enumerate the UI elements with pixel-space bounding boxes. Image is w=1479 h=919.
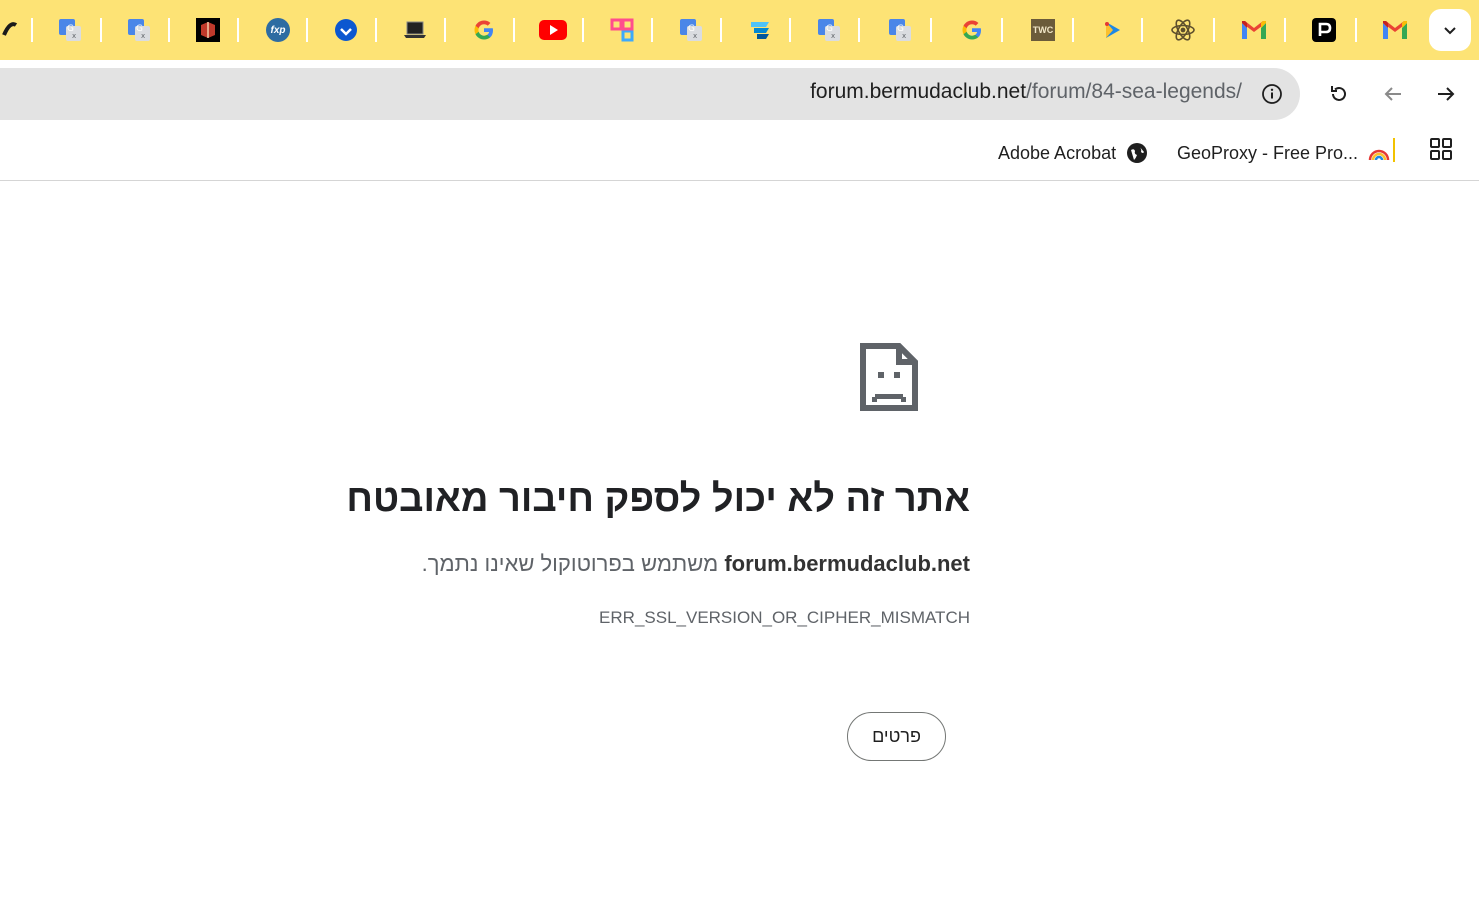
reload-button[interactable] [1319,74,1359,114]
back-arrow-icon [1384,87,1401,101]
google-translate-icon: Gx [889,19,911,41]
tab-google-2[interactable] [942,0,1002,60]
google-g-icon [962,20,981,40]
tab-google-translate-5[interactable]: Gx [870,0,930,60]
svg-text:x: x [72,32,76,40]
error-description-text: משתמש בפרוטוקול שאינו נתמך. [421,551,725,576]
tab-gmail-1[interactable] [1224,0,1284,60]
all-bookmarks-button[interactable] [1427,135,1455,163]
url-path: /forum/84-sea-legends/ [1026,80,1242,103]
twc-icon: TWC [1031,19,1055,41]
tab-google-1[interactable] [454,0,514,60]
tab-check[interactable] [316,0,376,60]
tab-google-translate-1[interactable]: Gx [40,0,100,60]
tab-laptop[interactable] [385,0,445,60]
gmail-icon [1383,21,1407,39]
partial-tab-icon [2,22,18,36]
tab-gmail-2[interactable] [1365,0,1425,60]
google-translate-icon: Gx [818,19,840,41]
rainbow-icon [1368,149,1390,161]
blue-stack-icon [751,22,769,39]
google-translate-icon: Gx [59,19,81,41]
tab-partial[interactable] [0,0,20,60]
url-text[interactable]: forum.bermudaclub.net/forum/84-sea-legen… [810,80,1242,104]
google-g-icon [474,20,493,40]
tab-p[interactable] [1294,0,1354,60]
site-info-button[interactable] [1254,76,1290,112]
tab-blue-stack[interactable] [730,0,790,60]
tab-google-translate-4[interactable]: Gx [799,0,859,60]
play-arrow-icon [1105,22,1120,38]
bookmarks-divider [1393,138,1395,162]
reload-icon [1331,86,1346,101]
error-description: forum.bermudaclub.net משתמש בפרוטוקול שא… [422,551,970,577]
error-domain: forum.bermudaclub.net [724,551,970,576]
bookmark-label: Adobe Acrobat [998,142,1117,163]
bookmarks-bar: Adobe Acrobat GeoProxy - Free Pro... [0,130,1479,181]
svg-text:x: x [141,32,145,40]
toolbar: forum.bermudaclub.net/forum/84-sea-legen… [0,60,1479,130]
sad-page-icon [860,343,918,411]
tab-youtube[interactable] [523,0,583,60]
url-domain: forum.bermudaclub.net [810,80,1027,103]
tab-search-button[interactable] [1429,9,1471,51]
back-button[interactable] [1373,74,1413,114]
globe-icon [1127,143,1148,163]
details-button[interactable]: פרטים [847,712,946,761]
youtube-icon [539,20,567,40]
tab-twc[interactable]: TWC [1013,0,1073,60]
laptop-icon [404,21,426,38]
svg-text:x: x [693,32,697,40]
google-translate-icon: Gx [680,19,702,41]
tab-play[interactable] [1082,0,1142,60]
forward-arrow-icon [1438,87,1455,101]
atom-icon [1171,19,1195,41]
info-icon [1262,84,1282,104]
tab-atom[interactable] [1153,0,1213,60]
svg-text:x: x [902,32,906,40]
error-title: אתר זה לא יכול לספק חיבור מאובטח [346,478,970,520]
forward-button[interactable] [1426,74,1466,114]
tab-box[interactable] [178,0,238,60]
bookmark-geoproxy[interactable]: GeoProxy - Free Pro... [1177,138,1390,168]
address-bar[interactable]: forum.bermudaclub.net/forum/84-sea-legen… [0,68,1300,120]
tab-google-translate-2[interactable]: Gx [109,0,169,60]
tab-pink-app[interactable] [592,0,652,60]
fxp-icon: fxp [266,18,290,42]
tab-google-translate-3[interactable]: Gx [661,0,721,60]
svg-text:x: x [831,32,835,40]
tab-fxp[interactable]: fxp [248,0,308,60]
tab-strip: Gx Gx fxp Gx Gx Gx TWC [0,0,1479,60]
bookmark-label: GeoProxy - Free Pro... [1177,142,1359,163]
error-code: ERR_SSL_VERSION_OR_CIPHER_MISMATCH [599,608,970,627]
chevron-down-icon [1444,27,1456,35]
bookmark-adobe-acrobat[interactable]: Adobe Acrobat [998,138,1148,168]
gmail-icon [1242,21,1266,39]
black-p-icon [1312,18,1336,42]
pink-app-icon [610,18,634,42]
google-translate-icon: Gx [128,19,150,41]
box-logo-icon [196,18,220,42]
blue-check-circle-icon [335,19,357,41]
apps-grid-icon [1430,138,1452,160]
